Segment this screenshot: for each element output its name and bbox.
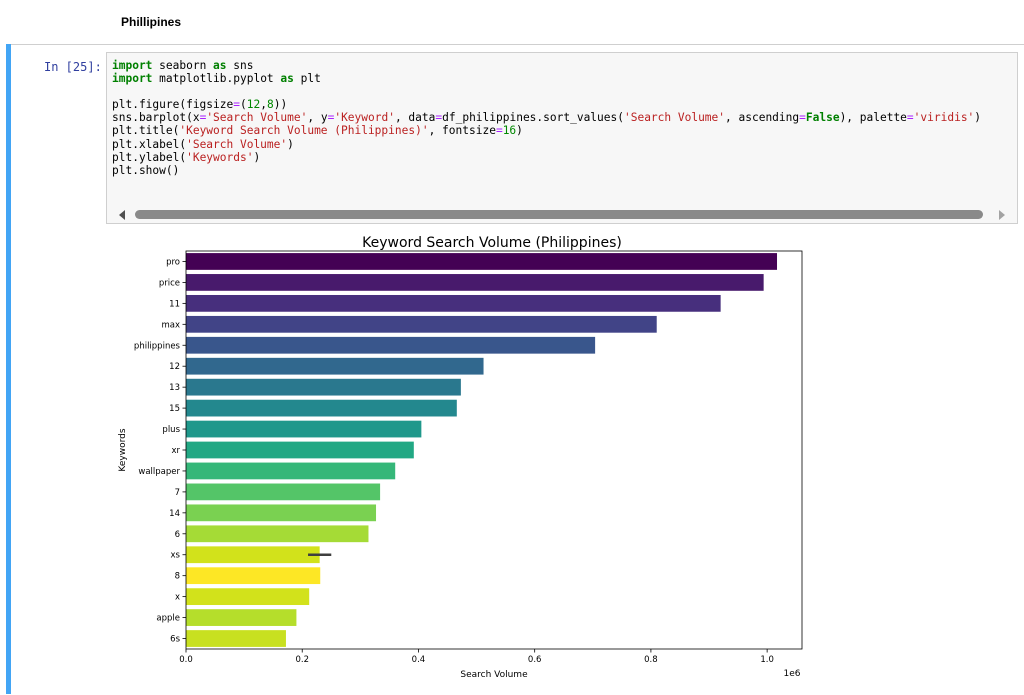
markdown-cell[interactable]: Phillipines bbox=[0, 0, 1024, 40]
y-tick-label: apple bbox=[156, 614, 180, 624]
y-tick-label: 7 bbox=[175, 488, 180, 498]
horizontal-scrollbar[interactable] bbox=[107, 206, 1017, 223]
chart-title: Keyword Search Volume (Philippines) bbox=[362, 235, 622, 251]
x-tick-label: 0.0 bbox=[179, 655, 193, 665]
y-tick-label: pro bbox=[166, 257, 180, 267]
bar-max bbox=[186, 315, 657, 333]
bar-apple bbox=[186, 609, 297, 626]
bar-plus bbox=[186, 420, 422, 438]
y-tick-label: xr bbox=[171, 446, 180, 456]
y-tick-label: 6 bbox=[175, 530, 180, 540]
code-line: plt.ylabel('Keywords') bbox=[112, 150, 261, 164]
y-tick-label: x bbox=[175, 593, 180, 603]
cell-output: Keyword Search Volume (Philippines) pro p… bbox=[106, 228, 806, 695]
bar-x bbox=[186, 588, 310, 606]
y-tick-label: xs bbox=[171, 551, 181, 561]
x-tick-label: 1.0 bbox=[760, 655, 774, 665]
code-line: sns.barplot(x='Search Volume', y='Keywor… bbox=[112, 111, 982, 125]
bar-11 bbox=[186, 294, 721, 312]
bar-12 bbox=[186, 357, 484, 375]
scroll-right-arrow-icon[interactable] bbox=[999, 210, 1005, 220]
bar-chart: Keyword Search Volume (Philippines) pro p… bbox=[118, 235, 803, 680]
y-tick-label: philippines bbox=[134, 341, 181, 351]
code-line: plt.title('Keyword Search Volume (Philip… bbox=[112, 124, 523, 138]
bar-xr bbox=[186, 441, 414, 459]
y-tick-label: 14 bbox=[169, 509, 180, 519]
code-line: plt.xlabel('Search Volume') bbox=[112, 137, 294, 151]
code-line: plt.figure(figsize=(12,8)) bbox=[112, 98, 288, 112]
bar-8 bbox=[186, 567, 321, 585]
x-tick-label: 0.6 bbox=[528, 655, 542, 665]
markdown-heading: Phillipines bbox=[121, 15, 182, 29]
code-line: import seaborn as sns bbox=[112, 59, 254, 72]
bar-6s bbox=[186, 630, 286, 647]
y-tick-label: 11 bbox=[169, 299, 180, 309]
x-tick-label: 0.2 bbox=[295, 655, 309, 665]
bar-price bbox=[186, 274, 764, 291]
code-line: import matplotlib.pyplot as plt bbox=[112, 72, 321, 86]
y-tick-label: wallpaper bbox=[138, 467, 180, 477]
bar-15 bbox=[186, 399, 457, 417]
y-tick-label: 15 bbox=[169, 404, 180, 414]
input-prompt: In [25]: bbox=[44, 60, 102, 74]
y-tick-label: 8 bbox=[175, 572, 180, 582]
x-axis-label: Search Volume bbox=[460, 670, 528, 680]
y-tick-label: price bbox=[159, 278, 180, 288]
bar-pro bbox=[186, 253, 778, 270]
bar-wallpaper bbox=[186, 462, 396, 480]
scrollbar-thumb[interactable] bbox=[135, 210, 983, 219]
bar-7 bbox=[186, 483, 381, 501]
code-line: plt.show() bbox=[112, 163, 180, 177]
code-text[interactable]: import seaborn as sns import matplotlib.… bbox=[112, 59, 981, 177]
y-tick-label: 13 bbox=[169, 383, 180, 393]
bar-13 bbox=[186, 378, 461, 396]
scroll-left-arrow-icon[interactable] bbox=[119, 210, 125, 220]
y-tick-label: 6s bbox=[170, 635, 180, 645]
x-tick-label: 0.8 bbox=[644, 655, 658, 665]
bar-xs bbox=[186, 546, 320, 564]
y-tick-label: 12 bbox=[169, 362, 180, 372]
x-axis-offset-label: 1e6 bbox=[784, 669, 801, 679]
bar-14 bbox=[186, 504, 377, 522]
cell-selection-bar bbox=[6, 44, 11, 694]
code-editor[interactable]: import seaborn as sns import matplotlib.… bbox=[106, 52, 1018, 224]
bar-philippines bbox=[186, 336, 596, 354]
y-axis-label: Keywords bbox=[118, 428, 128, 471]
x-tick-label: 0.4 bbox=[412, 655, 426, 665]
bar-6 bbox=[186, 525, 369, 543]
y-tick-label: plus bbox=[162, 425, 180, 435]
y-tick-label: max bbox=[161, 320, 180, 330]
